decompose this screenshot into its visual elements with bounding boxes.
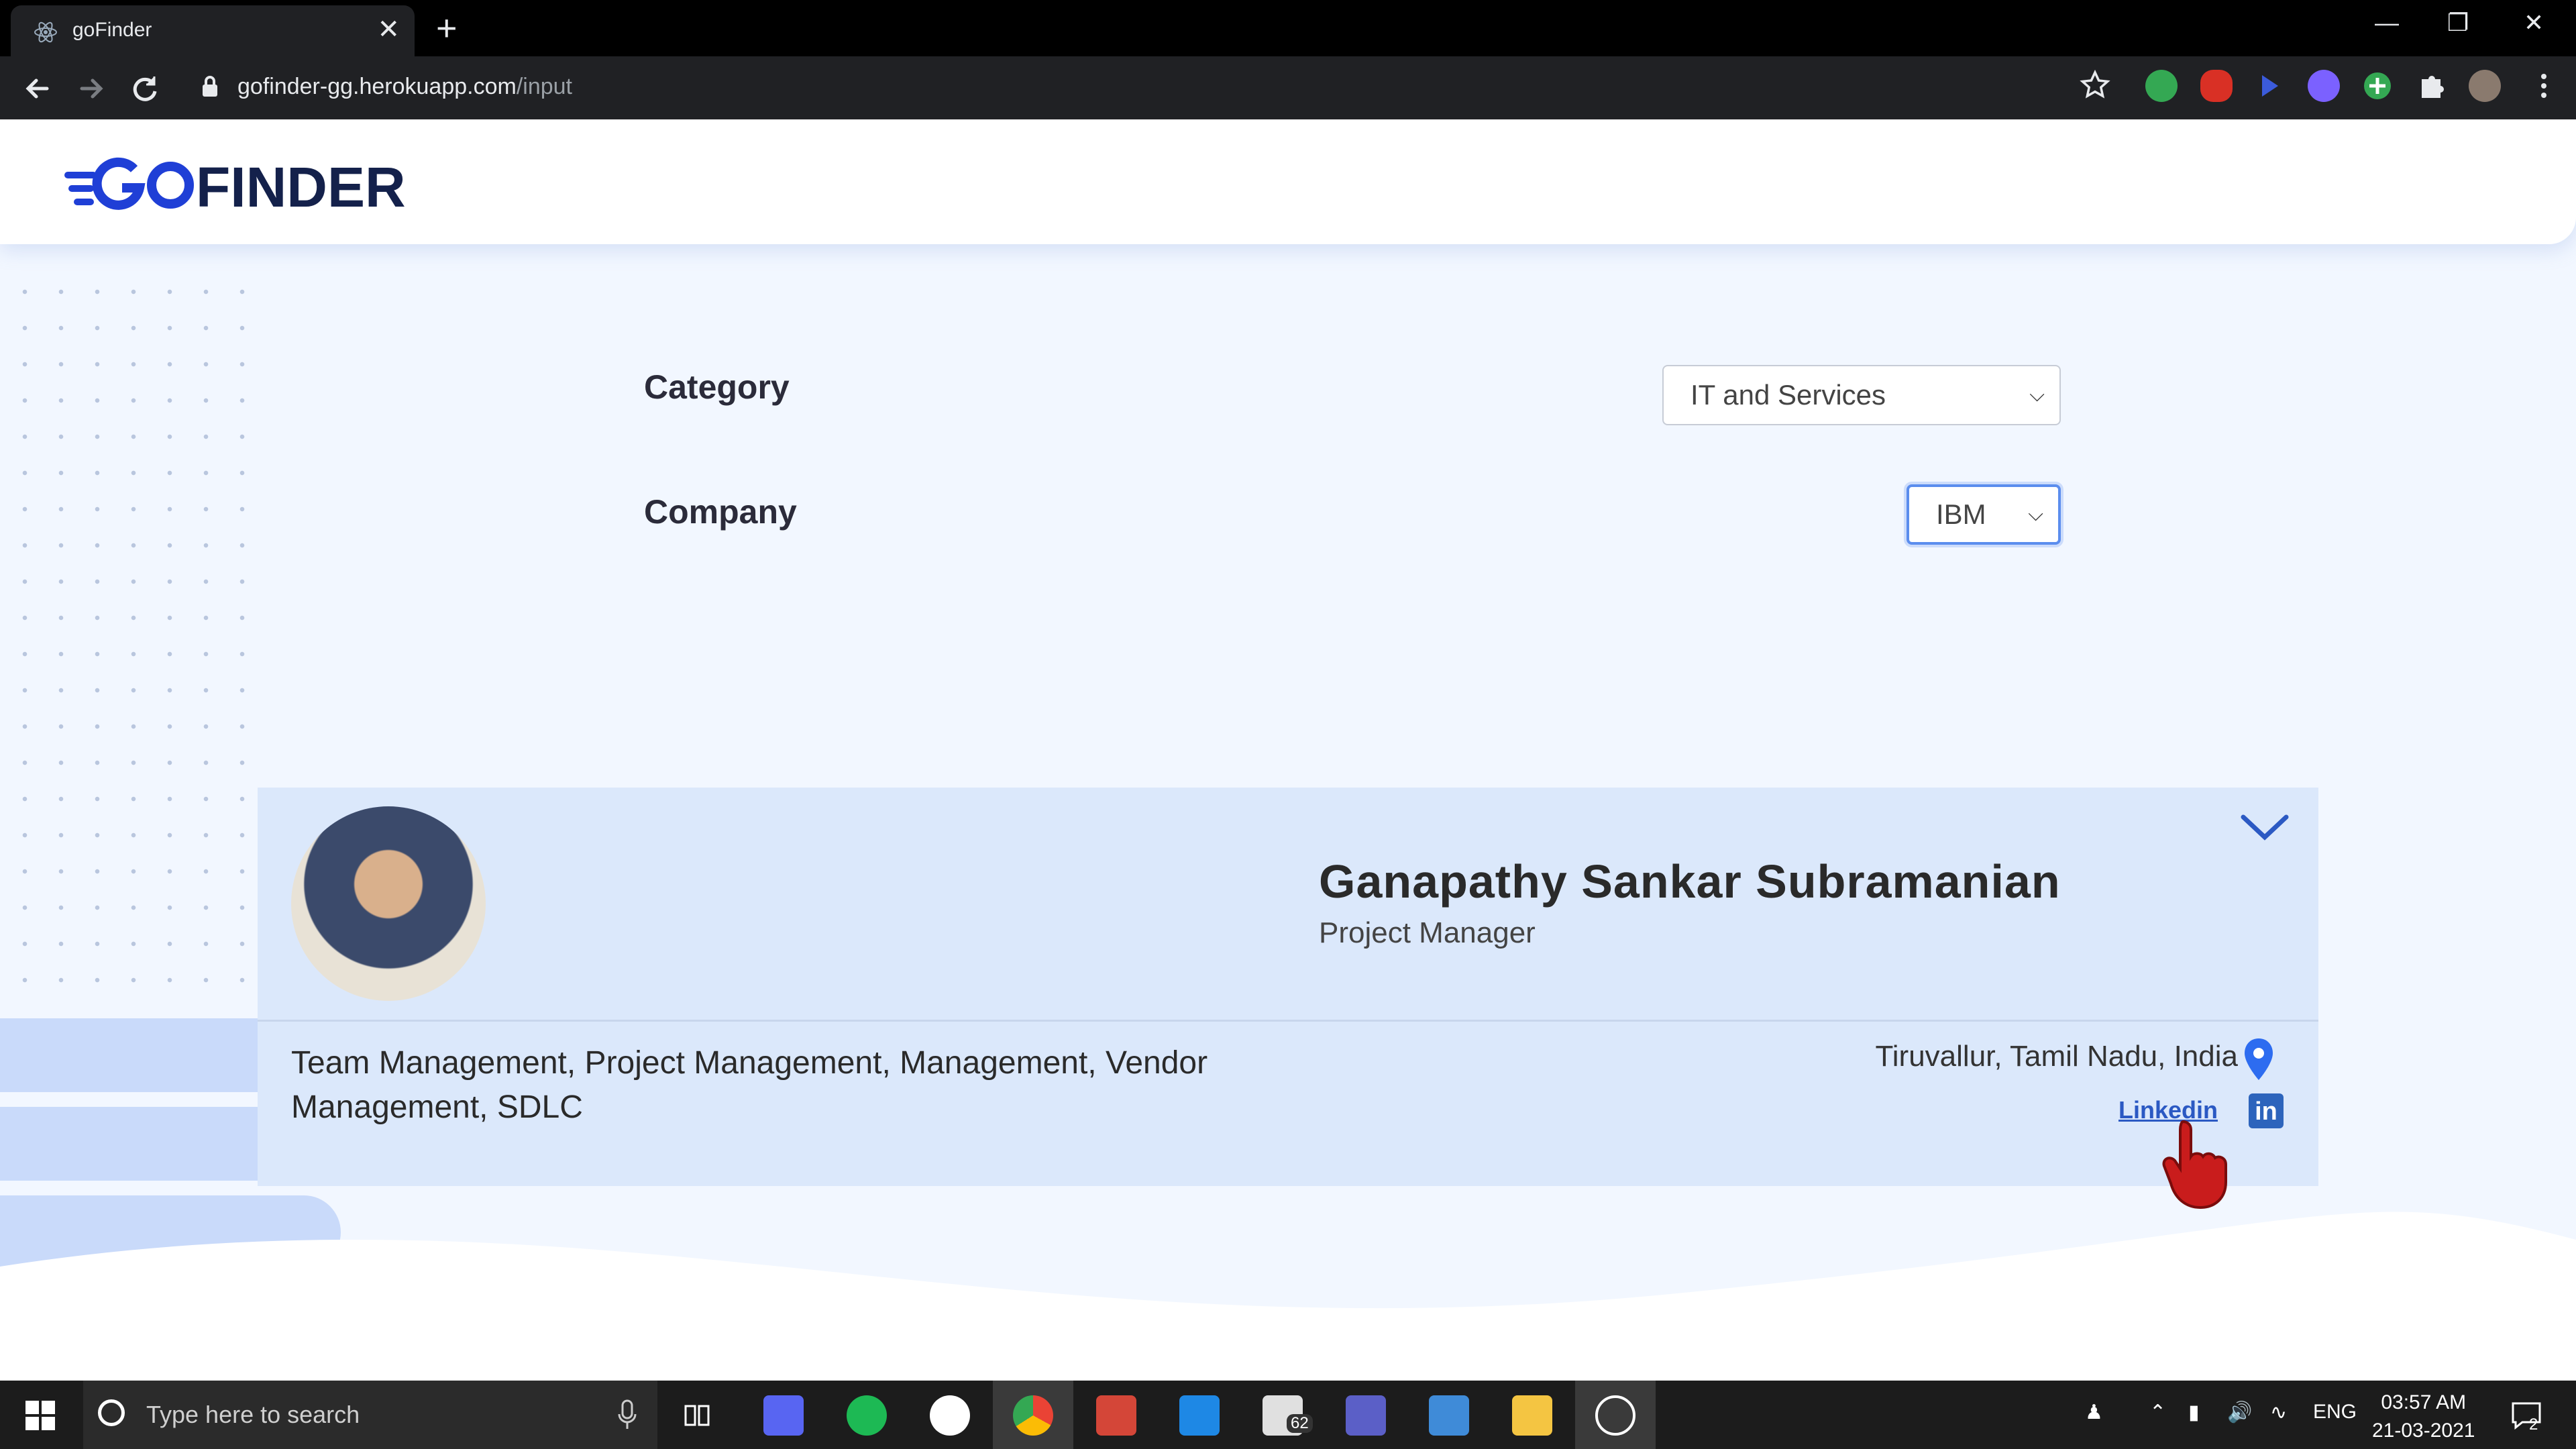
extensions-puzzle-icon[interactable] xyxy=(2415,70,2447,102)
result-card-header[interactable]: Ganapathy Sankar Subramanian Project Man… xyxy=(258,788,2318,1022)
company-label: Company xyxy=(644,493,797,531)
gofinder-logo[interactable]: FINDER xyxy=(64,149,413,216)
profile-avatar[interactable] xyxy=(2469,70,2501,102)
clock-date: 21-03-2021 xyxy=(2372,1419,2475,1442)
extension-plus-icon[interactable] xyxy=(2361,70,2394,102)
chevron-down-icon: ⌵ xyxy=(2029,384,2045,406)
notifications-icon[interactable] xyxy=(2506,1395,2546,1436)
person-role: Project Manager xyxy=(1319,916,1536,949)
file-explorer-icon[interactable] xyxy=(1512,1395,1552,1436)
powerpoint-icon[interactable] xyxy=(1096,1395,1136,1436)
result-card: Ganapathy Sankar Subramanian Project Man… xyxy=(258,788,2318,1186)
url-host: gofinder-gg.herokuapp.com xyxy=(237,74,517,99)
windows-start-icon[interactable] xyxy=(25,1401,55,1430)
wave-decoration xyxy=(0,1212,2576,1381)
decor-block xyxy=(0,1107,258,1181)
obs-icon[interactable] xyxy=(1595,1395,1635,1436)
volume-icon[interactable]: 🔊 xyxy=(2227,1401,2252,1424)
profile-photo xyxy=(291,806,486,1001)
app-w-icon[interactable] xyxy=(930,1395,970,1436)
tray-chevron-up-icon[interactable]: ⌃ xyxy=(2149,1401,2166,1424)
browser-tabstrip: goFinder ✕ + — ❐ ✕ xyxy=(0,0,2576,56)
clock[interactable]: 03:57 AM 21-03-2021 xyxy=(2372,1389,2475,1445)
location-text: Tiruvallur, Tamil Nadu, India xyxy=(1875,1040,2238,1073)
discord-icon[interactable] xyxy=(763,1395,804,1436)
wifi-icon[interactable]: ∿ xyxy=(2270,1401,2287,1424)
url-text[interactable]: gofinder-gg.herokuapp.com/input xyxy=(237,70,572,103)
window-close-icon[interactable]: ✕ xyxy=(2524,9,2544,36)
browser-menu-icon[interactable] xyxy=(2528,70,2560,102)
bookmark-star-icon[interactable] xyxy=(2080,70,2110,101)
company-select[interactable]: IBM ⌵ xyxy=(1907,484,2061,545)
dot-pattern-decoration xyxy=(7,274,268,998)
category-selected-value: IT and Services xyxy=(1690,379,1886,411)
chrome-icon[interactable] xyxy=(1013,1395,1053,1436)
taskbar-search[interactable]: Type here to search xyxy=(83,1381,657,1449)
mail-badge: 62 xyxy=(1287,1414,1313,1433)
category-label: Category xyxy=(644,368,790,406)
tab-title: goFinder xyxy=(72,19,152,41)
vscode-icon[interactable] xyxy=(1179,1395,1220,1436)
tab-close-icon[interactable]: ✕ xyxy=(377,16,400,43)
linkedin-icon[interactable]: in xyxy=(2249,1093,2284,1128)
svg-text:FINDER: FINDER xyxy=(196,156,406,216)
back-icon[interactable] xyxy=(20,71,55,106)
map-pin-icon xyxy=(2245,1038,2273,1080)
decor-block xyxy=(0,1018,258,1092)
new-tab-icon[interactable]: + xyxy=(436,8,458,48)
hand-cursor-icon xyxy=(2162,1120,2227,1210)
notification-count: 2 xyxy=(2529,1415,2538,1434)
extension-adblock-icon[interactable] xyxy=(2200,70,2233,102)
skills-text: Team Management, Project Management, Man… xyxy=(291,1045,1208,1125)
person-name: Ganapathy Sankar Subramanian xyxy=(1319,855,2061,908)
cortana-icon xyxy=(98,1399,125,1426)
extension-play-icon[interactable] xyxy=(2253,70,2285,102)
category-select[interactable]: IT and Services ⌵ xyxy=(1662,365,2061,425)
language-indicator[interactable]: ENG xyxy=(2313,1401,2357,1424)
clock-time: 03:57 AM xyxy=(2381,1391,2467,1413)
reload-icon[interactable] xyxy=(127,71,162,106)
url-path: /input xyxy=(516,74,573,99)
teams-icon[interactable] xyxy=(1346,1395,1386,1436)
lock-icon xyxy=(203,76,217,97)
search-placeholder: Type here to search xyxy=(146,1401,360,1428)
company-selected-value: IBM xyxy=(1936,498,1986,530)
browser-tab[interactable]: goFinder ✕ xyxy=(11,5,415,56)
microphone-icon[interactable] xyxy=(617,1399,637,1430)
chevron-down-icon: ⌵ xyxy=(2028,503,2043,525)
windows-taskbar: Type here to search 62 ♟ ⌃ ▮ 🔊 ∿ ENG 03:… xyxy=(0,1381,2576,1449)
site-header: FINDER xyxy=(0,119,2576,244)
battery-icon[interactable]: ▮ xyxy=(2188,1401,2200,1424)
remote-desktop-icon[interactable] xyxy=(1429,1395,1469,1436)
people-icon[interactable]: ♟ xyxy=(2085,1401,2103,1424)
react-favicon-icon xyxy=(34,21,57,43)
minimize-icon[interactable]: — xyxy=(2375,9,2399,36)
restore-icon[interactable]: ❐ xyxy=(2447,9,2469,36)
extension-globe-icon[interactable] xyxy=(2145,70,2178,102)
forward-icon[interactable] xyxy=(74,71,109,106)
task-view-icon[interactable] xyxy=(678,1395,718,1436)
extension-google-icon[interactable] xyxy=(2308,70,2340,102)
spotify-icon[interactable] xyxy=(847,1395,887,1436)
chevron-down-icon[interactable] xyxy=(2238,808,2292,848)
